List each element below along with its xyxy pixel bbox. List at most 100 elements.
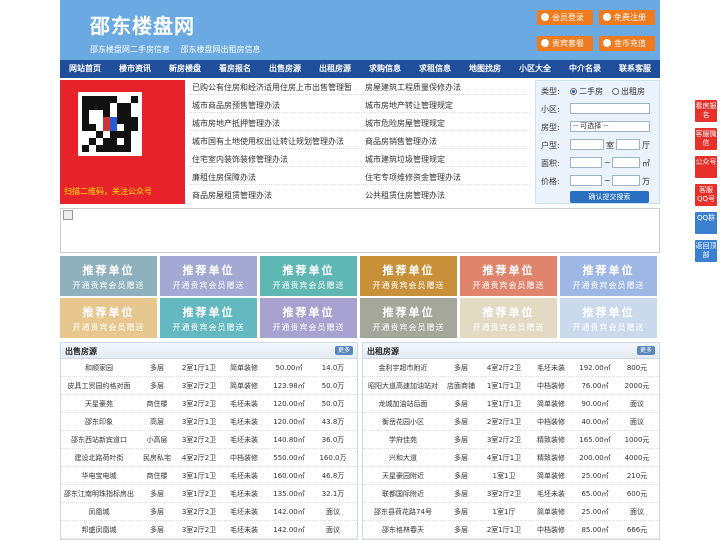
sale-listing-row[interactable]: 凤凰城 多层 3室2厅2卫 毛坯未装 142.00㎡ 面议 [61,503,357,521]
recommended-unit-ad[interactable]: 推荐单位 开通贵宾会员赠送 [260,256,357,296]
sale-cell[interactable]: 皮具工贸园约格对面 [61,377,137,394]
site-title[interactable]: 邵东楼盘网 [90,10,195,39]
sale-cell[interactable]: 邵东江南明珠指标房出 [61,485,137,502]
rent-listing-row[interactable]: 昭阳大道高速加油站对 店面商铺 1室1厅1卫 中档装修 76.00㎡ 2000元 [363,377,659,395]
nav-for-sale[interactable]: 出售房源 [260,60,310,78]
rent-cell[interactable]: 天星豪园附近 [363,467,443,484]
nav-buy-requests[interactable]: 求购信息 [360,60,410,78]
policy-link[interactable]: 房屋建筑工程质量保修办法 [365,82,461,93]
rent-listing-row[interactable]: 联都国际附近 多层 3室2厅2卫 毛坯未装 65.00㎡ 600元 [363,485,659,503]
nav-rent-requests[interactable]: 求租信息 [410,60,460,78]
rent-listing-row[interactable]: 金利宇超市附近 多层 4室2厅2卫 毛坯未装 192.00㎡ 800元 [363,359,659,377]
coin-recharge-button[interactable]: 金币充值 [599,36,655,51]
sale-listing-row[interactable]: 邦盛凤凰城 多层 3室2厅2卫 毛坯未装 142.00㎡ 面议 [61,521,357,539]
policy-link[interactable]: 城市危险房屋管理规定 [365,118,445,129]
type-radio-secondhand[interactable]: 二手房 [570,86,603,97]
rent-listing-row[interactable]: 学府佳苑 多层 3室2厅2卫 精致装修 165.00㎡ 1000元 [363,431,659,449]
sale-cell[interactable]: 华电宝电城 [61,467,137,484]
sale-listing-row[interactable]: 和顺家园 多层 2室1厅1卫 简单装修 50.00㎡ 14.0万 [61,359,357,377]
vip-package-button[interactable]: 贵宾套餐 [537,36,593,51]
sale-listing-row[interactable]: 皮具工贸园约格对面 多层 3室2厅2卫 简单装修 123.98㎡ 50.0万 [61,377,357,395]
side-service-wechat-button[interactable]: 客服微信 [695,128,717,150]
recommended-unit-ad[interactable]: 推荐单位 开通贵宾会员赠送 [160,256,257,296]
size-min-input[interactable] [570,157,602,168]
sale-cell[interactable]: 天星豪苑 [61,395,137,412]
side-service-qq-button[interactable]: 客服QQ号 [695,184,717,206]
price-max-input[interactable] [612,175,640,186]
recommended-unit-ad[interactable]: 推荐单位 开通贵宾会员赠送 [360,256,457,296]
recommended-unit-ad[interactable]: 推荐单位 开通贵宾会员赠送 [460,298,557,338]
recommended-unit-ad[interactable]: 推荐单位 开通贵宾会员赠送 [60,298,157,338]
rent-listing-row[interactable]: 邵东县荷花路74号 多层 1室1厅 简单装修 25.00㎡ 面议 [363,503,659,521]
rent-listing-row[interactable]: 兴和大道 多层 4室1厅1卫 精致装修 200.00㎡ 4000元 [363,449,659,467]
nav-viewing-signup[interactable]: 看房报名 [210,60,260,78]
rent-cell[interactable]: 龙城加油站后面 [363,395,443,412]
nav-agents[interactable]: 中介名录 [560,60,610,78]
policy-link[interactable]: 城市房地产抵押管理办法 [192,118,280,129]
rent-cell[interactable]: 金利宇超市附近 [363,359,443,376]
rent-cell[interactable]: 邵东县荷花路74号 [363,503,443,520]
recommended-unit-ad[interactable]: 推荐单位 开通贵宾会员赠送 [560,256,657,296]
sale-more-button[interactable]: 更多 [335,346,353,355]
room-select[interactable]: -- 可选择 -- [570,121,650,132]
rent-listing-row[interactable]: 龙城加油站后面 多层 1室1厅1卫 简单装修 90.00㎡ 面议 [363,395,659,413]
sale-listing-row[interactable]: 建设北路荷叶街 民房私宅 4室2厅2卫 中档装修 550.00㎡ 160.0万 [61,449,357,467]
rent-cell[interactable]: 学府佳苑 [363,431,443,448]
nav-for-rent[interactable]: 出租房源 [310,60,360,78]
policy-link[interactable]: 住宅专项维修资金管理办法 [365,172,461,183]
policy-link[interactable]: 商品房屋租赁管理办法 [192,190,272,201]
rent-listing-row[interactable]: 天星豪园附近 多层 1室1卫 简单装修 25.00㎡ 210元 [363,467,659,485]
policy-link[interactable]: 城市商品房预售管理办法 [192,100,280,111]
member-login-button[interactable]: 会员登录 [537,10,593,25]
nav-new-houses[interactable]: 新房楼盘 [160,60,210,78]
nav-contact[interactable]: 联系客服 [610,60,660,78]
size-max-input[interactable] [612,157,640,168]
recommended-unit-ad[interactable]: 推荐单位 开通贵宾会员赠送 [160,298,257,338]
rent-listing-row[interactable]: 衡岳花园小区 多层 2室2厅1卫 中档装修 40.00㎡ 面议 [363,413,659,431]
type-radio-rental[interactable]: 出租房 [612,86,645,97]
nav-map-search[interactable]: 地图找房 [460,60,510,78]
policy-link[interactable]: 已购公有住房和经济适用住房上市出售管理暂 [192,82,352,93]
search-submit-button[interactable]: 确认提交搜索 [570,191,649,203]
policy-link[interactable]: 住宅室内装饰装修管理办法 [192,154,288,165]
side-back-to-top-button[interactable]: 返回顶部 [695,240,717,262]
sale-cell[interactable]: 和顺家园 [61,359,137,376]
sale-listing-row[interactable]: 华电宝电城 商住楼 3室1厅1卫 毛坯未装 160.00㎡ 46.8万 [61,467,357,485]
area-input[interactable] [570,103,650,114]
policy-link[interactable]: 公共租赁住房管理办法 [365,190,445,201]
recommended-unit-ad[interactable]: 推荐单位 开通贵宾会员赠送 [560,298,657,338]
sale-listing-row[interactable]: 邵东印象 高层 3室2厅1卫 毛坯未装 120.00㎡ 43.8万 [61,413,357,431]
sale-cell[interactable]: 邵东西站新宾道口 [61,431,137,448]
banner-image[interactable] [60,208,660,253]
recommended-unit-ad[interactable]: 推荐单位 开通贵宾会员赠送 [60,256,157,296]
side-qq-group-button[interactable]: QQ群 [695,212,717,234]
rent-cell[interactable]: 邵东格林春天 [363,521,443,538]
rent-cell[interactable]: 联都国际附近 [363,485,443,502]
rent-more-button[interactable]: 更多 [637,346,655,355]
policy-link[interactable]: 城市建筑垃圾管理规定 [365,154,445,165]
nav-home[interactable]: 网站首页 [60,60,110,78]
recommended-unit-ad[interactable]: 推荐单位 开通贵宾会员赠送 [260,298,357,338]
unit-hall-select[interactable] [616,139,640,150]
policy-link[interactable]: 城市国有土地使用权出让转让规划管理办法 [192,136,344,147]
sale-listing-row[interactable]: 邵东江南明珠指标房出 多层 3室1厅2卫 毛坯未装 135.00㎡ 32.1万 [61,485,357,503]
policy-link[interactable]: 城市房地产转让管理规定 [365,100,453,111]
sale-cell[interactable]: 邵东印象 [61,413,137,430]
sale-listing-row[interactable]: 邵东西站新宾道口 小高层 3室2厅2卫 毛坯未装 140.80㎡ 36.0万 [61,431,357,449]
rent-cell[interactable]: 昭阳大道高速加油站对 [363,377,443,394]
rent-listing-row[interactable]: 邵东格林春天 多层 2室1厅1卫 中档装修 85.00㎡ 666元 [363,521,659,539]
nav-news[interactable]: 楼市资讯 [110,60,160,78]
rental-info-link[interactable]: 邵东楼盘网出租房信息 [181,45,261,54]
price-min-input[interactable] [570,175,602,186]
sale-cell[interactable]: 邦盛凤凰城 [61,521,137,538]
policy-link[interactable]: 廉租住房保障办法 [192,172,256,183]
free-register-button[interactable]: 免费注册 [599,10,655,25]
recommended-unit-ad[interactable]: 推荐单位 开通贵宾会员赠送 [460,256,557,296]
side-public-account-button[interactable]: 公众号 [695,156,717,178]
sale-listing-row[interactable]: 天星豪苑 商住楼 3室2厅2卫 毛坯未装 120.00㎡ 50.0万 [61,395,357,413]
rent-cell[interactable]: 衡岳花园小区 [363,413,443,430]
recommended-unit-ad[interactable]: 推荐单位 开通贵宾会员赠送 [360,298,457,338]
policy-link[interactable]: 商品房销售管理办法 [365,136,437,147]
sale-cell[interactable]: 凤凰城 [61,503,137,520]
nav-communities[interactable]: 小区大全 [510,60,560,78]
